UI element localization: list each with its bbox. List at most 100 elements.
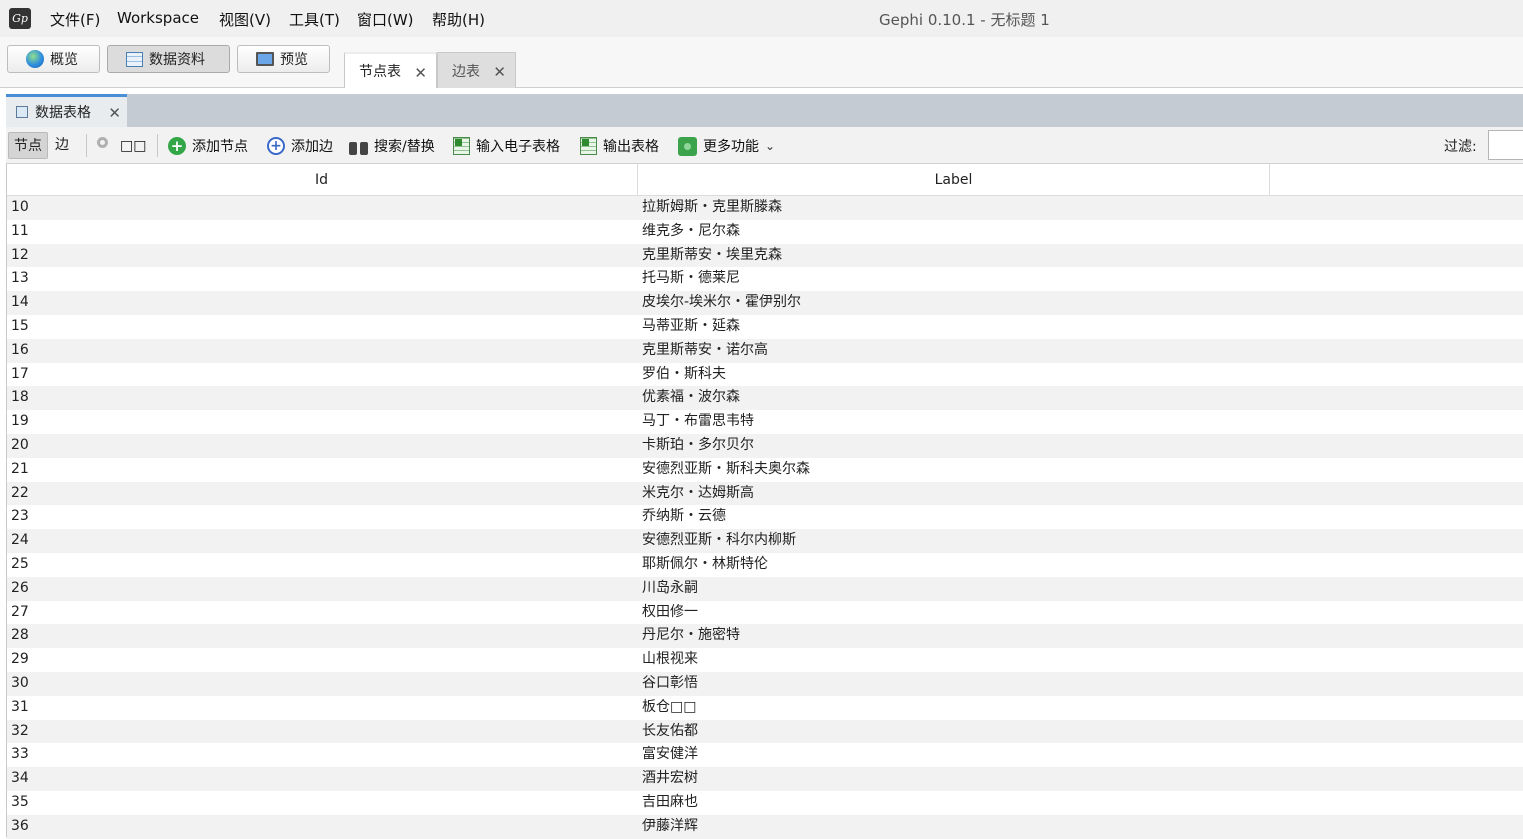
column-header-empty (1270, 164, 1523, 196)
cell-id: 27 (11, 603, 29, 620)
cell-id: 10 (11, 199, 29, 215)
cell-id: 16 (11, 341, 29, 358)
cell-label: 拉斯姆斯・克里斯滕森 (642, 199, 782, 215)
gear-icon[interactable] (97, 137, 108, 148)
menu-window[interactable]: 窗口(W) (357, 9, 414, 30)
table-left-border (6, 164, 7, 837)
close-icon[interactable]: ✕ (493, 63, 506, 81)
preview-button[interactable]: 预览 (237, 45, 330, 73)
table-row[interactable]: 17 罗伯・斯科夫 (6, 362, 1523, 387)
cell-id: 33 (11, 746, 29, 763)
edges-toggle[interactable]: 边 (50, 132, 74, 159)
cell-id: 14 (11, 294, 29, 311)
table-row[interactable]: 22 米克尔・达姆斯高 (6, 481, 1523, 506)
tab-edges-table[interactable]: 边表 ✕ (437, 52, 516, 88)
table-row[interactable]: 16 克里斯蒂安・诺尔高 (6, 338, 1523, 363)
table-row[interactable]: 23 乔纳斯・云德 (6, 505, 1523, 530)
cell-id: 23 (11, 508, 29, 525)
table-row[interactable]: 26 川岛永嗣 (6, 576, 1523, 601)
menu-view[interactable]: 视图(V) (219, 9, 271, 30)
export-table-button[interactable]: 输出表格 (580, 135, 659, 157)
table-row[interactable]: 12 克里斯蒂安・埃里克森 (6, 243, 1523, 268)
more-actions-button[interactable]: 更多功能 ⌄ (678, 135, 775, 157)
cell-label: 丹尼尔・施密特 (642, 627, 740, 644)
table-icon (126, 51, 143, 67)
cell-label: 马丁・布雷思韦特 (642, 413, 754, 430)
tab-nodes-label: 节点表 (359, 64, 401, 80)
table-row[interactable]: 31 板仓□□ (6, 695, 1523, 720)
table-row[interactable]: 13 托马斯・德莱尼 (6, 267, 1523, 292)
tab-edges-label: 边表 (452, 63, 480, 80)
close-icon[interactable]: ✕ (108, 104, 121, 122)
table-row[interactable]: 28 丹尼尔・施密特 (6, 624, 1523, 649)
chevron-down-icon: ⌄ (765, 139, 776, 153)
table-row[interactable]: 29 山根视来 (6, 648, 1523, 672)
config-label: □□ (120, 138, 147, 154)
import-spreadsheet-label: 输入电子表格 (476, 139, 560, 155)
puzzle-icon (678, 136, 697, 156)
add-green-icon: + (168, 137, 186, 155)
cell-label: 川岛永嗣 (642, 579, 698, 596)
table-row[interactable]: 15 马蒂亚斯・延森 (6, 314, 1523, 339)
menu-help[interactable]: 帮助(H) (432, 9, 485, 30)
cell-id: 15 (11, 317, 29, 334)
search-replace-button[interactable]: 搜索/替换 (349, 135, 435, 157)
monitor-icon (256, 52, 274, 66)
cell-label: 伊藤洋辉 (642, 817, 698, 834)
table-row[interactable]: 27 权田修一 (6, 600, 1523, 625)
data-table-toolbar: 节点 边 □□ + 添加节点 + 添加边 搜索/替换 输入电子表格 输出表格 更… (6, 127, 1523, 164)
add-node-label: 添加节点 (192, 139, 248, 155)
table-row[interactable]: 19 马丁・布雷思韦特 (6, 410, 1523, 434)
table-row[interactable]: 34 酒井宏树 (6, 767, 1523, 791)
tab-nodes-table[interactable]: 节点表 ✕ (344, 52, 437, 88)
table-row[interactable]: 10 拉斯姆斯・克里斯滕森 (6, 196, 1523, 220)
filter-input[interactable] (1488, 130, 1523, 160)
cell-label: 富安健洋 (642, 746, 698, 763)
toolbar-separator (157, 134, 158, 157)
toolbar-separator (86, 134, 87, 157)
import-spreadsheet-button[interactable]: 输入电子表格 (453, 135, 560, 157)
preview-label: 预览 (280, 52, 308, 68)
overview-button[interactable]: 概览 (7, 45, 100, 73)
table-row[interactable]: 35 吉田麻也 (6, 790, 1523, 815)
tab-data-table[interactable]: 数据表格 ✕ (6, 94, 127, 127)
add-edge-button[interactable]: + 添加边 (267, 135, 333, 157)
close-icon[interactable]: ✕ (414, 64, 427, 82)
menu-workspace[interactable]: Workspace (117, 9, 199, 27)
column-header-label[interactable]: Label (638, 164, 1270, 196)
panel-tabstrip: 数据表格 ✕ (6, 94, 1523, 127)
cell-label: 山根视来 (642, 651, 698, 668)
tab-data-table-label: 数据表格 (35, 105, 91, 121)
table-row[interactable]: 20 卡斯珀・多尔贝尔 (6, 433, 1523, 458)
table-row[interactable]: 25 耶斯佩尔・林斯特伦 (6, 552, 1523, 577)
nodes-toggle[interactable]: 节点 (8, 132, 48, 159)
cell-id: 13 (11, 270, 29, 287)
cell-label: 酒井宏树 (642, 770, 698, 787)
table-body: 10 拉斯姆斯・克里斯滕森 11 维克多・尼尔森 12 克里斯蒂安・埃里克森 13 托马斯・德… (6, 196, 1523, 839)
table-row[interactable]: 30 谷口彰悟 (6, 671, 1523, 696)
menu-bar: Gp 文件(F) Workspace 视图(V) 工具(T) 窗口(W) 帮助(… (0, 0, 1523, 37)
cell-id: 21 (11, 460, 29, 477)
cell-id: 32 (11, 722, 29, 739)
gephi-logo-icon: Gp (9, 8, 31, 29)
data-lab-button[interactable]: 数据资料 (107, 45, 230, 73)
add-node-button[interactable]: + 添加节点 (168, 135, 248, 157)
cell-id: 35 (11, 793, 29, 810)
table-row[interactable]: 18 优素福・波尔森 (6, 386, 1523, 411)
table-row[interactable]: 32 长友佑都 (6, 719, 1523, 744)
config-button[interactable]: □□ (120, 135, 146, 157)
cell-label: 权田修一 (642, 603, 698, 620)
column-header-id[interactable]: Id (6, 164, 638, 196)
table-row[interactable]: 24 安德烈亚斯・科尔内柳斯 (6, 529, 1523, 553)
table-row[interactable]: 36 伊藤洋辉 (6, 814, 1523, 839)
table-row[interactable]: 11 维克多・尼尔森 (6, 219, 1523, 244)
spreadsheet-icon (580, 137, 597, 155)
table-row[interactable]: 33 富安健洋 (6, 743, 1523, 768)
table-row[interactable]: 14 皮埃尔-埃米尔・霍伊别尔 (6, 291, 1523, 315)
cell-id: 18 (11, 389, 29, 406)
menu-file[interactable]: 文件(F) (50, 9, 100, 30)
menu-tools[interactable]: 工具(T) (289, 9, 340, 30)
table-row[interactable]: 21 安德烈亚斯・斯科夫奥尔森 (6, 457, 1523, 482)
cell-label: 罗伯・斯科夫 (642, 365, 726, 382)
search-replace-label: 搜索/替换 (374, 139, 435, 155)
